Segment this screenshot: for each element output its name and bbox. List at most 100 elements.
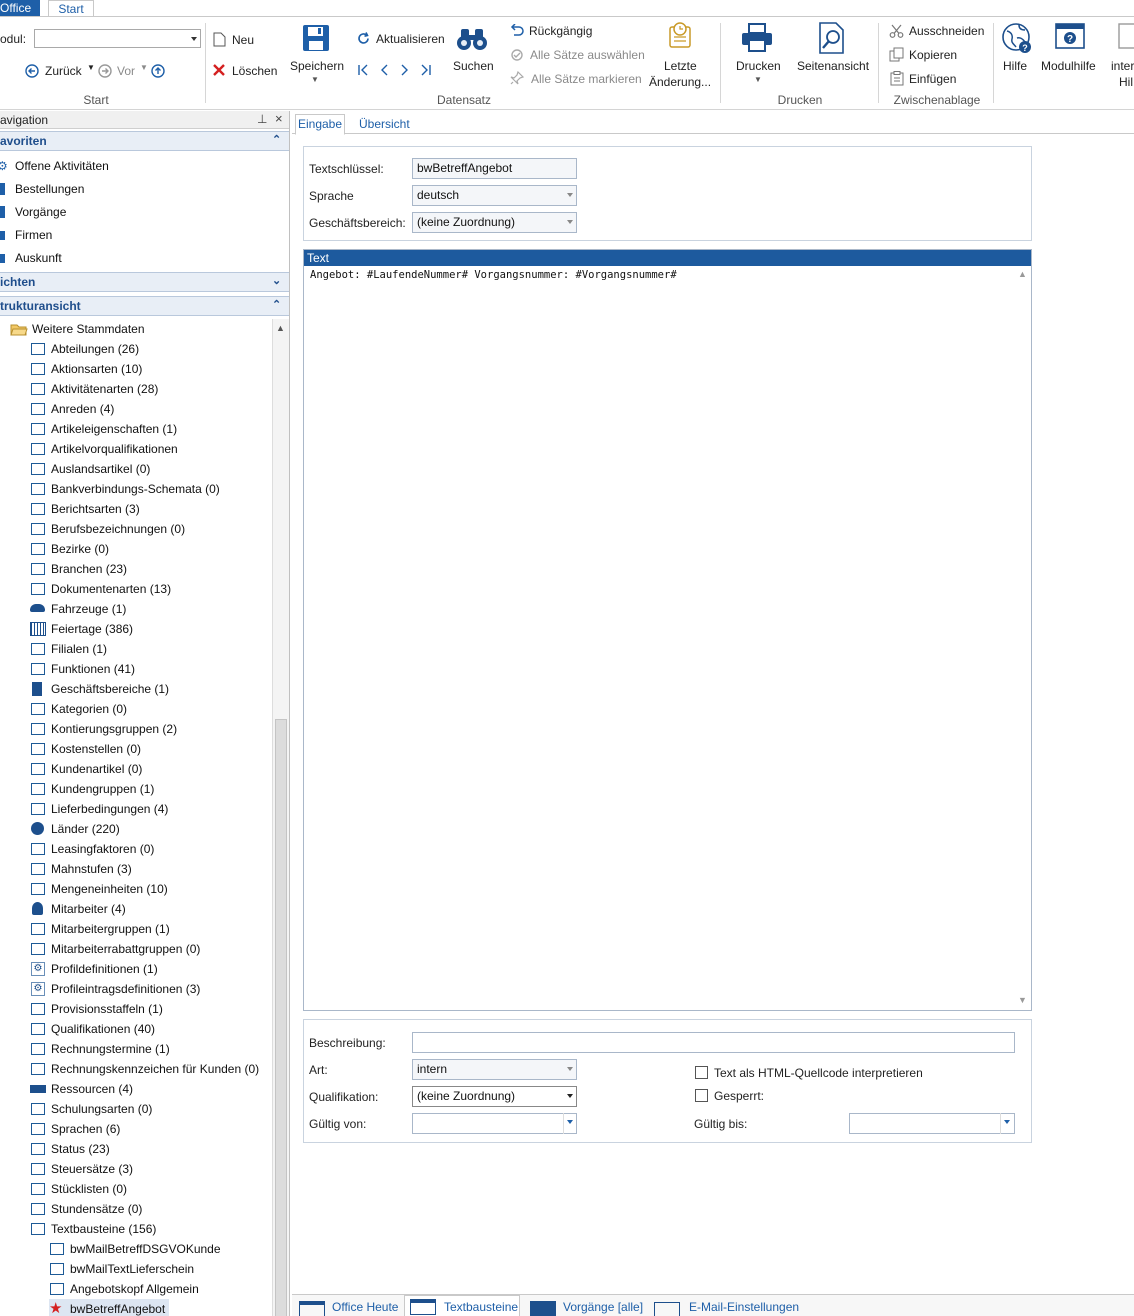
save-button[interactable]: Speichern [290,59,344,73]
forward-dropdown-icon[interactable]: ▼ [140,63,148,72]
collapse-icon[interactable]: ⌃ [272,131,281,149]
help-button[interactable]: Hilfe [1003,59,1027,73]
favorite-offene-aktivitaeten[interactable]: ⚙ Offene Aktivitäten [0,156,280,176]
favorite-firmen[interactable]: Firmen [0,225,280,245]
art-value: intern [417,1062,448,1076]
table-icon [31,423,45,435]
copy-button[interactable]: Kopieren [909,48,957,62]
scroll-down-icon[interactable]: ▼ [1018,995,1027,1005]
text-editor[interactable]: Angebot: #LaufendeNummer# Vorgangsnummer… [310,269,677,281]
chevron-down-icon [567,1067,573,1071]
tab-start[interactable]: Start [48,0,94,17]
up-arrow-icon[interactable] [151,64,165,78]
select-all-button[interactable]: Alle Sätze auswählen [530,48,645,62]
binoculars-icon [457,29,487,50]
html-checkbox[interactable] [695,1066,708,1079]
table-icon [31,1163,45,1175]
cut-button[interactable]: Ausschneiden [909,24,984,38]
print-dropdown-icon[interactable]: ▼ [754,75,762,84]
gueltig-von-field[interactable] [412,1113,577,1134]
tree-label: Status (23) [51,1142,110,1156]
tab-uebersicht[interactable]: Übersicht [359,117,410,131]
favorite-vorgaenge[interactable]: Vorgänge [0,202,280,222]
table-icon [31,923,45,935]
last-change-line2[interactable]: Änderung... [649,75,711,89]
qualifikation-select[interactable]: (keine Zuordnung) [412,1086,577,1107]
gesperrt-checkbox[interactable] [695,1089,708,1102]
back-button[interactable]: Zurück [45,64,82,78]
date-dropdown[interactable] [563,1113,577,1134]
delete-button[interactable]: Löschen [232,64,277,78]
tab-eingabe[interactable]: Eingabe [295,114,345,135]
scroll-clock-icon [669,22,691,48]
content-tabbar [292,111,1134,134]
mark-all-button[interactable]: Alle Sätze markieren [531,72,642,86]
art-label: Art: [309,1063,328,1077]
last-change-line1[interactable]: Letzte [664,59,697,73]
forward-button[interactable]: Vor [117,64,135,78]
close-icon[interactable]: × [275,111,283,126]
tree-subitem-selected[interactable]: ★ bwBetreffAngebot [49,1299,170,1316]
tree-subitem[interactable]: bwMailBetreffDSGVOKunde [49,1239,221,1259]
expand-icon[interactable]: ⌄ [272,272,281,290]
scroll-up-icon[interactable]: ▲ [276,323,285,333]
sprache-select[interactable]: deutsch [412,185,577,206]
views-header[interactable]: ichten ⌄ [0,272,289,292]
record-nav-icons[interactable] [357,63,432,77]
scroll-up-icon[interactable]: ▲ [1018,269,1027,279]
gueltig-bis-field[interactable] [849,1113,1015,1134]
text-scrollbar[interactable]: ▲ ▼ [1015,267,1030,1010]
tree-label: Aktivitätenarten (28) [51,382,159,396]
tree-label: Fahrzeuge (1) [51,602,127,616]
internet-help-line2[interactable]: Hil [1119,75,1133,89]
gueltig-bis-label: Gültig bis: [694,1117,748,1131]
doc-tab-label: Textbausteine [444,1300,519,1314]
favorite-bestellungen[interactable]: Bestellungen [0,179,280,199]
table-icon [50,1283,64,1295]
art-select[interactable]: intern [412,1059,577,1080]
favorite-auskunft[interactable]: Auskunft [0,248,280,268]
table-icon [31,583,45,595]
tab-office[interactable]: Office [0,0,40,16]
forward-arrow-icon[interactable] [98,64,112,78]
module-help-button[interactable]: Modulhilfe [1041,59,1096,73]
doc-tab-textbausteine[interactable]: Textbausteine [404,1295,520,1316]
textschluessel-field[interactable]: bwBetreffAngebot [412,158,577,179]
tree-label: Lieferbedingungen (4) [51,802,169,816]
tree-label: Rechnungstermine (1) [51,1042,170,1056]
qualifikation-value: (keine Zuordnung) [417,1089,516,1103]
modul-select[interactable] [34,29,201,48]
refresh-button[interactable]: Aktualisieren [376,32,445,46]
scroll-thumb[interactable] [275,719,287,1316]
internet-help-line1[interactable]: inter [1111,59,1134,73]
group-label-datensatz: Datensatz [436,93,492,107]
save-dropdown-icon[interactable]: ▼ [311,75,319,84]
tree-scrollbar[interactable]: ▲ [272,319,289,1316]
paste-button[interactable]: Einfügen [909,72,956,86]
calendar-grid-icon [30,622,46,636]
undo-button[interactable]: Rückgängig [529,24,592,38]
structure-header[interactable]: trukturansicht ⌃ [0,296,289,316]
tree-label: Filialen (1) [51,642,108,656]
favorites-header[interactable]: avoriten ⌃ [0,131,289,151]
tree-label: Profileintragsdefinitionen (3) [51,982,201,996]
back-arrow-icon[interactable] [25,64,39,78]
tree-label: Steuersätze (3) [51,1162,134,1176]
table-icon [31,1043,45,1055]
page-view-button[interactable]: Seitenansicht [797,59,869,73]
new-button[interactable]: Neu [232,33,254,47]
tree-subitem[interactable]: Angebotskopf Allgemein [49,1279,199,1299]
structure-title: trukturansicht [0,299,81,313]
pin-icon[interactable]: ⊥ [257,112,267,126]
tree-label: Stundensätze (0) [51,1202,143,1216]
tree-subitem[interactable]: bwMailTextLieferschein [49,1259,194,1279]
date-dropdown[interactable] [1000,1113,1014,1134]
print-button[interactable]: Drucken [736,59,781,73]
beschreibung-field[interactable] [412,1032,1015,1053]
back-dropdown-icon[interactable]: ▼ [87,63,95,72]
geschaeftsbereich-select[interactable]: (keine Zuordnung) [412,212,577,233]
undo-icon [510,24,524,36]
search-button[interactable]: Suchen [453,59,494,73]
modul-label: odul: [0,32,27,46]
collapse-icon[interactable]: ⌃ [272,296,281,314]
